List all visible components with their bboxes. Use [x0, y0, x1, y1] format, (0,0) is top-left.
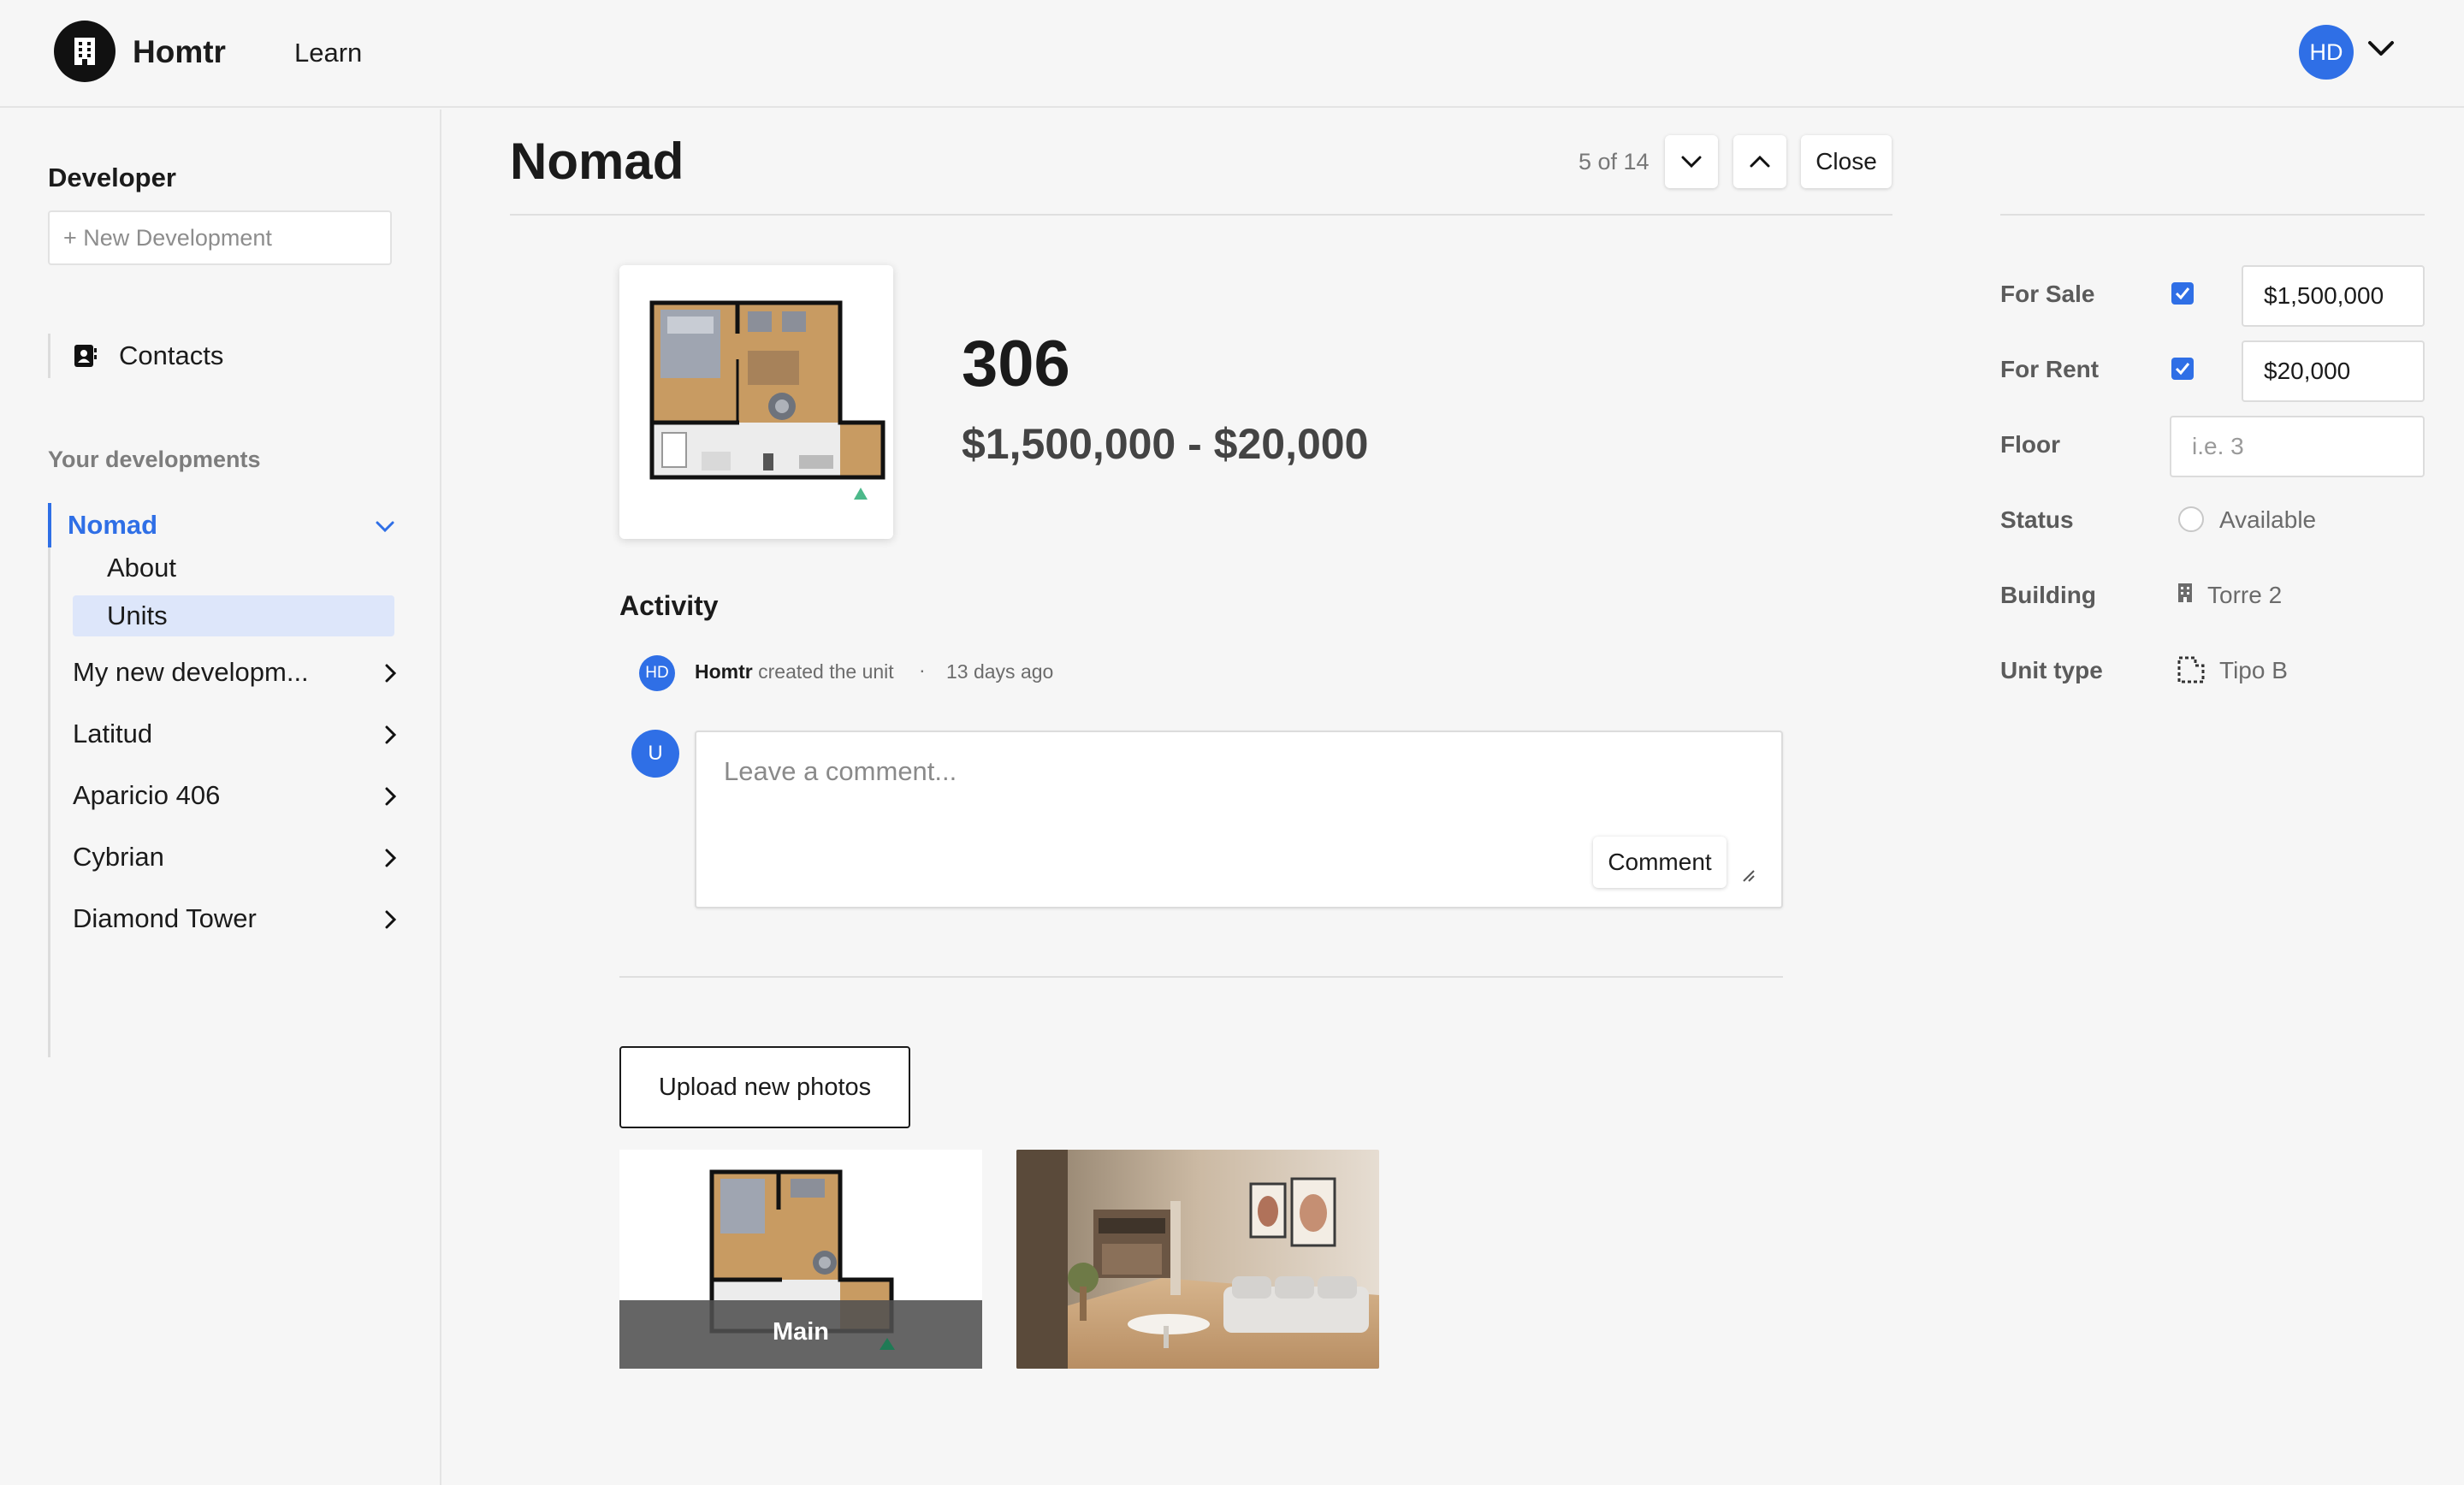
new-development-button[interactable]: + New Development [48, 210, 392, 265]
sidebar-heading: Developer [48, 163, 176, 192]
for-sale-label: For Sale [2000, 281, 2095, 307]
sidebar-item-label: Latitud [73, 719, 153, 748]
floor-input[interactable]: i.e. 3 [2170, 416, 2425, 477]
resize-grip-icon[interactable] [1742, 869, 1756, 883]
next-unit-button[interactable] [1665, 135, 1718, 188]
avatar: U [631, 730, 679, 778]
divider [510, 214, 1892, 216]
chevron-right-icon[interactable] [384, 787, 396, 806]
status-label: Status [2000, 506, 2074, 533]
for-rent-label: For Rent [2000, 356, 2100, 382]
activity-action: created the unit [758, 660, 894, 683]
for-sale-checkbox[interactable] [2171, 282, 2194, 305]
chevron-down-icon[interactable] [2367, 39, 2395, 58]
sidebar-item-development[interactable]: Cybrian [73, 833, 396, 881]
for-rent-checkbox[interactable] [2171, 358, 2194, 380]
building-value[interactable]: Torre 2 [2207, 582, 2282, 609]
separator-dot: · [919, 659, 926, 681]
north-arrow-icon [880, 1338, 895, 1350]
developments-list: Nomad About Units My new developm... Lat… [48, 501, 396, 1057]
checkmark-icon [2175, 287, 2190, 300]
activity-timestamp: 13 days ago [946, 660, 1054, 683]
sale-price-input[interactable]: $1,500,000 [2242, 265, 2425, 327]
photo-living-room[interactable] [1016, 1150, 1379, 1369]
floor-label: Floor [2000, 431, 2060, 458]
page-title: Nomad [510, 133, 684, 190]
divider [619, 976, 1783, 978]
status-value[interactable]: Available [2219, 506, 2316, 534]
chevron-right-icon[interactable] [384, 725, 396, 744]
activity-heading: Activity [619, 590, 719, 621]
living-room-image [1016, 1150, 1379, 1369]
checkmark-icon [2175, 363, 2190, 376]
unit-floor-plan-thumbnail[interactable] [619, 265, 893, 539]
sidebar-item-development[interactable]: My new developm... [73, 648, 396, 696]
comment-button[interactable]: Comment [1593, 837, 1727, 888]
activity-actor: Homtr [695, 660, 753, 683]
previous-unit-button[interactable] [1733, 135, 1786, 188]
sidebar-subitem-about[interactable]: About [73, 547, 394, 589]
homtr-logo-icon[interactable] [54, 21, 116, 82]
sidebar-item-label: Diamond Tower [73, 903, 257, 933]
contacts-icon [74, 345, 97, 367]
active-indicator [48, 503, 51, 547]
unit-price-range: $1,500,000 - $20,000 [962, 420, 1369, 468]
chevron-up-icon [1750, 155, 1770, 168]
photo-floor-plan[interactable]: Main [619, 1150, 982, 1369]
status-radio[interactable] [2178, 506, 2204, 532]
floorplan-icon [2177, 656, 2205, 683]
comment-textarea[interactable]: Leave a comment... Comment [695, 731, 1783, 908]
divider [2000, 214, 2425, 216]
building-label: Building [2000, 582, 2096, 608]
main-photo-badge: Main [772, 1318, 830, 1346]
sidebar-item-label: Nomad [68, 510, 158, 540]
building-icon [2178, 583, 2192, 602]
avatar: HD [639, 655, 675, 691]
sidebar-item-nomad[interactable]: Nomad [68, 501, 396, 549]
sidebar-item-development[interactable]: Latitud [73, 710, 396, 758]
upload-photos-button[interactable]: Upload new photos [619, 1046, 910, 1128]
sidebar-item-label: Aparicio 406 [73, 780, 221, 810]
user-avatar[interactable]: HD [2299, 25, 2354, 80]
comment-placeholder: Leave a comment... [724, 756, 957, 786]
sidebar-subitem-units[interactable]: Units [73, 595, 394, 636]
chevron-down-icon [1681, 156, 1702, 169]
sidebar-item-label: Cybrian [73, 842, 164, 872]
nav-learn-link[interactable]: Learn [294, 38, 362, 68]
unit-type-value[interactable]: Tipo B [2219, 657, 2288, 684]
chevron-right-icon[interactable] [384, 910, 396, 929]
chevron-down-icon[interactable] [376, 520, 394, 534]
sidebar-item-contacts[interactable]: Contacts [48, 334, 223, 378]
sidebar-item-development[interactable]: Diamond Tower [73, 895, 396, 943]
brand-name[interactable]: Homtr [133, 34, 226, 70]
sidebar-item-label: My new developm... [73, 657, 309, 687]
unit-type-label: Unit type [2000, 657, 2103, 683]
sidebar-item-development[interactable]: Aparicio 406 [73, 772, 396, 819]
top-bar: Homtr Learn HD [0, 0, 2464, 108]
sidebar: Developer + New Development Contacts You… [0, 109, 441, 1485]
activity-entry-text: Homtr created the unit [695, 660, 894, 683]
chevron-right-icon[interactable] [384, 849, 396, 867]
unit-number: 306 [962, 328, 1070, 400]
rent-price-input[interactable]: $20,000 [2242, 340, 2425, 402]
close-button[interactable]: Close [1801, 135, 1892, 188]
section-label: Your developments [48, 447, 261, 472]
pager-count: 5 of 14 [1578, 149, 1650, 175]
sidebar-item-label: Contacts [119, 340, 224, 370]
floor-plan-image [649, 300, 886, 500]
chevron-right-icon[interactable] [384, 664, 396, 683]
